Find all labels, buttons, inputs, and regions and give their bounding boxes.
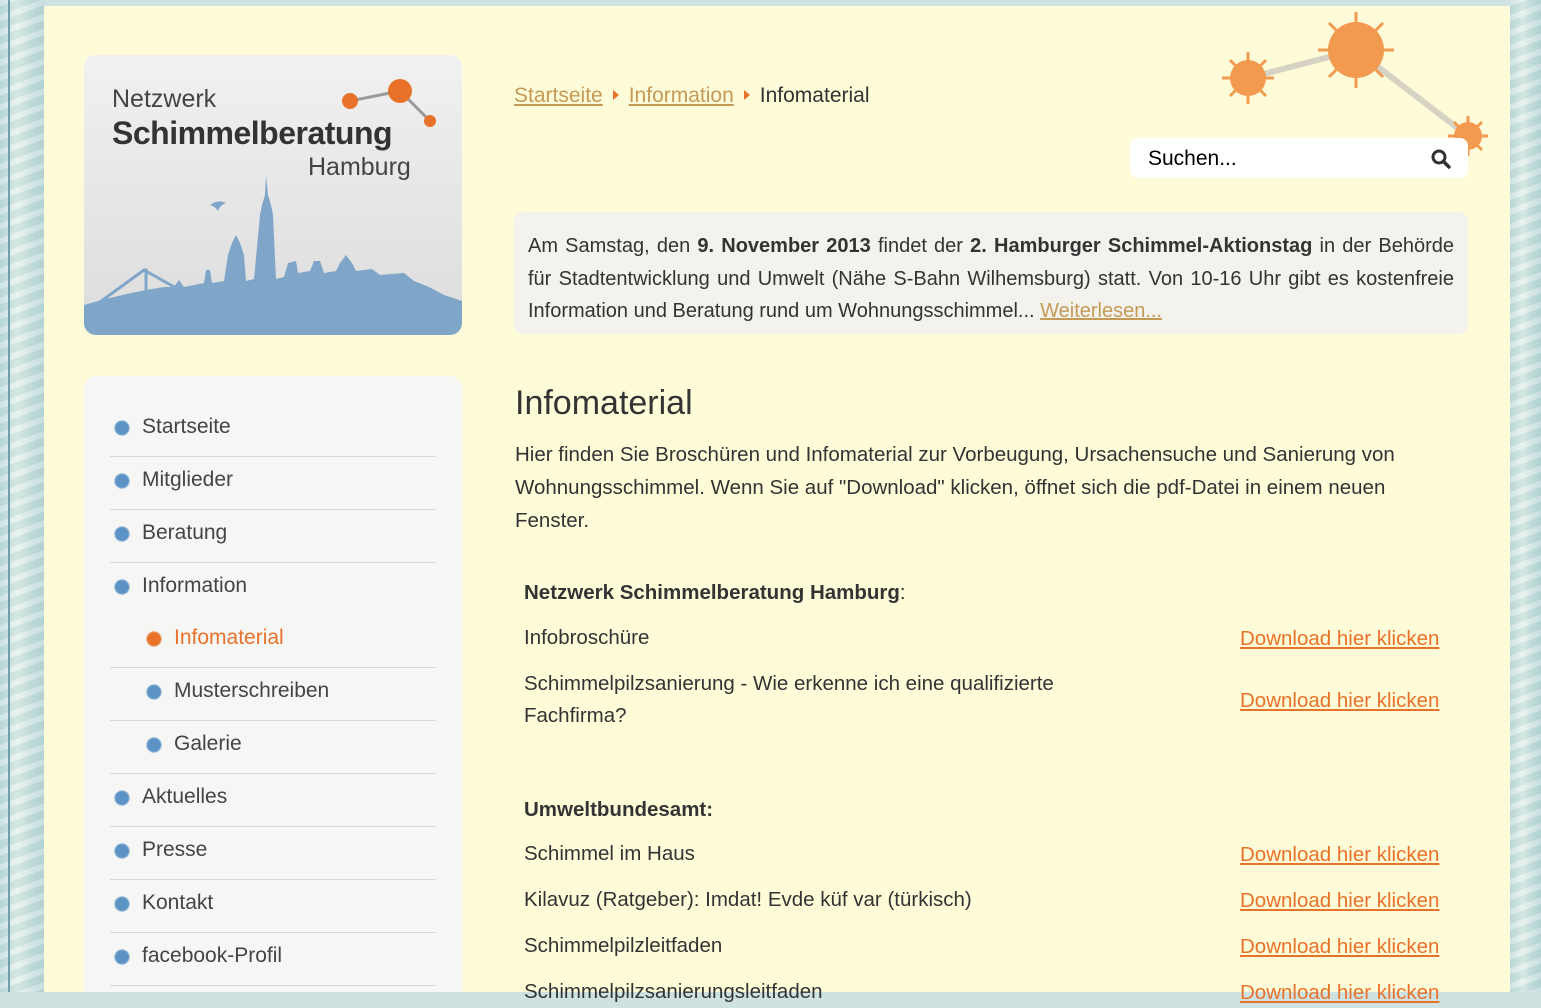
background-left [0,0,44,992]
section-title-umweltbundesamt: Umweltbundesamt: [524,798,714,821]
bullet-icon [114,473,130,489]
bullet-icon [114,420,130,436]
bullet-icon [146,631,162,647]
intro-text: Hier finden Sie Broschüren und Infomater… [515,443,1395,532]
breadcrumb: Startseite Information Infomaterial [514,84,870,108]
bullet-icon [146,737,162,753]
read-more-link[interactable]: Weiterlesen... [1040,300,1162,322]
bullet-icon [114,790,130,806]
breadcrumb-current: Infomaterial [759,84,870,107]
download-link[interactable]: Download hier klicken [1240,843,1439,867]
sidebar-item-beratung[interactable]: Beratung [110,510,436,563]
sidebar-item-startseite[interactable]: Startseite [110,404,436,457]
sidebar-item-kontakt[interactable]: Kontakt [110,880,436,933]
announcement-box: Am Samstag, den 9. November 2013 findet … [514,212,1468,334]
download-link[interactable]: Download hier klicken [1240,889,1439,913]
sidebar-item-facebook[interactable]: facebook-Profil [110,933,436,986]
sidebar-item-aktuelles[interactable]: Aktuelles [110,774,436,827]
announcement-text: Am Samstag, den 9. November 2013 findet … [528,235,1454,322]
bullet-icon [114,896,130,912]
sidebar: Startseite Mitglieder Beratung Informati… [84,376,462,992]
download-item-label: Schimmel im Haus [524,842,695,865]
download-link[interactable]: Download hier klicken [1240,627,1439,651]
download-link[interactable]: Download hier klicken [1240,935,1439,959]
sidebar-item-galerie[interactable]: Galerie [110,721,436,774]
background-right [1510,0,1541,992]
search-box [1130,138,1468,178]
sidebar-item-information[interactable]: Information [110,563,436,615]
search-input[interactable] [1146,144,1420,174]
download-item-label: Kilavuz (Ratgeber): Imdat! Evde küf var … [524,888,972,911]
logo-text-hamburg: Hamburg [308,153,411,181]
sidebar-item-musterschreiben[interactable]: Musterschreiben [110,668,436,721]
section-title-netzwerk: Netzwerk Schimmelberatung Hamburg: [524,581,906,604]
page-container: Netzwerk Schimmelberatung Hamburg Starts… [44,6,1510,1004]
download-link[interactable]: Download hier klicken [1240,981,1439,1005]
site-logo[interactable]: Netzwerk Schimmelberatung Hamburg [84,55,462,335]
bullet-icon [114,526,130,542]
bullet-icon [114,949,130,965]
breadcrumb-information-link[interactable]: Information [629,84,734,107]
logo-text-netzwerk: Netzwerk [112,85,217,113]
sidebar-nav: Startseite Mitglieder Beratung Informati… [110,404,436,986]
window-edge [8,0,10,992]
breadcrumb-arrow-icon [743,90,750,100]
download-link[interactable]: Download hier klicken [1240,689,1439,713]
download-item-label: Schimmelpilzsanierung - Wie erkenne ich … [524,672,1054,727]
bullet-icon [114,843,130,859]
sidebar-item-presse[interactable]: Presse [110,827,436,880]
sidebar-item-mitglieder[interactable]: Mitglieder [110,457,436,510]
download-item-label: Schimmelpilzleitfaden [524,934,723,957]
breadcrumb-home-link[interactable]: Startseite [514,84,603,107]
breadcrumb-arrow-icon [612,90,619,100]
search-icon[interactable] [1430,148,1452,170]
bullet-icon [114,579,130,595]
bullet-icon [146,684,162,700]
page-title: Infomaterial [515,384,693,422]
download-item-label: Infobroschüre [524,626,650,649]
logo-text-schimmelberatung: Schimmelberatung [112,115,393,151]
sidebar-item-infomaterial[interactable]: Infomaterial [110,615,436,668]
download-item-label: Schimmelpilzsanierungsleitfaden [524,980,823,1003]
